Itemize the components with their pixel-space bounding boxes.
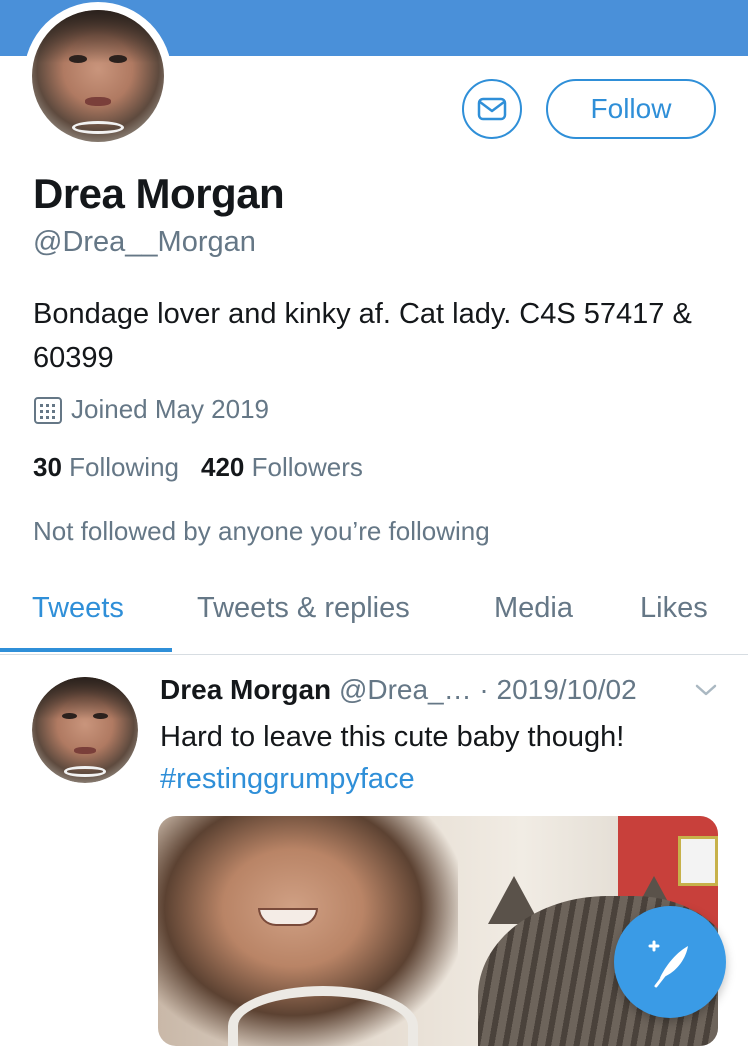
- tweet-date[interactable]: 2019/10/02: [497, 674, 637, 705]
- message-button[interactable]: [462, 79, 522, 139]
- tweet-hashtag[interactable]: #restinggrumpyface: [160, 758, 730, 800]
- followers-link[interactable]: 420 Followers: [201, 452, 363, 482]
- tab-tweets-replies[interactable]: Tweets & replies: [197, 592, 410, 625]
- tweet-body: Hard to leave this cute baby though! #re…: [160, 716, 730, 800]
- tab-likes[interactable]: Likes: [640, 592, 708, 625]
- envelope-icon: [477, 97, 507, 121]
- profile-tabs: Tweets Tweets & replies Media Likes: [0, 570, 748, 655]
- avatar-photo: [32, 10, 164, 142]
- followers-label: Followers: [251, 452, 363, 482]
- following-link[interactable]: 30 Following: [33, 452, 179, 482]
- profile-avatar[interactable]: [24, 2, 172, 150]
- active-tab-indicator: [0, 648, 172, 652]
- following-label: Following: [69, 452, 179, 482]
- followers-count: 420: [200, 452, 245, 482]
- tweet-author-name[interactable]: Drea Morgan: [160, 674, 331, 705]
- tab-tweets[interactable]: Tweets: [32, 592, 124, 625]
- profile-name: Drea Morgan: [33, 170, 285, 217]
- tab-media[interactable]: Media: [494, 592, 573, 625]
- tweet-header: Drea Morgan @Drea_… · 2019/10/02: [160, 674, 637, 706]
- chevron-down-icon[interactable]: [694, 682, 718, 698]
- not-followed-notice: Not followed by anyone you’re following: [33, 516, 490, 546]
- calendar-icon: [34, 396, 62, 424]
- following-count: 30: [33, 452, 62, 482]
- profile-handle: @Drea__Morgan: [33, 226, 256, 258]
- tweet-avatar[interactable]: [32, 677, 138, 783]
- tweet-separator: ·: [471, 674, 497, 705]
- tweet-text: Hard to leave this cute baby though!: [160, 721, 625, 753]
- follow-button[interactable]: Follow: [546, 79, 716, 139]
- profile-bio: Bondage lover and kinky af. Cat lady. C4…: [33, 298, 692, 374]
- follow-stats: 30 Following 420 Followers: [33, 452, 363, 483]
- joined-text: Joined May 2019: [71, 394, 270, 424]
- joined-date: Joined May 2019: [33, 394, 269, 425]
- compose-tweet-button[interactable]: [614, 906, 726, 1018]
- compose-feather-icon: [648, 940, 688, 988]
- tweet-avatar-photo: [32, 677, 138, 783]
- tweet-author-handle: @Drea_…: [338, 674, 472, 705]
